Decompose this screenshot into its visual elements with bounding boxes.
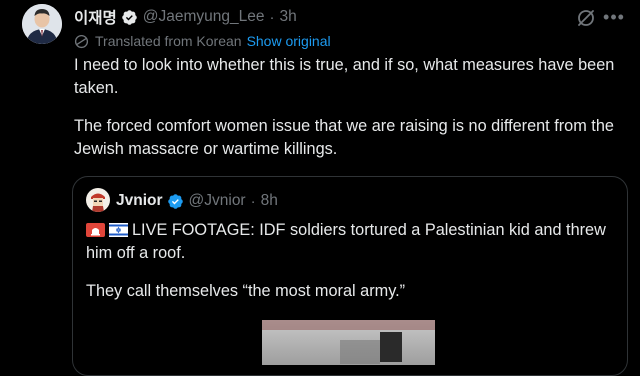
tweet-text: I need to look into whether this is true… bbox=[74, 54, 630, 176]
tweet-paragraph: I need to look into whether this is true… bbox=[74, 56, 615, 97]
quoted-headline-text: LIVE FOOTAGE: IDF soldiers tortured a Pa… bbox=[86, 221, 606, 262]
globe-icon bbox=[74, 34, 89, 48]
quoted-author-handle[interactable]: @Jvnior bbox=[189, 192, 246, 210]
quoted-timestamp[interactable]: 8h bbox=[261, 192, 278, 210]
verified-badge-icon bbox=[167, 193, 183, 209]
translation-notice: Translated from Korean Show original bbox=[74, 33, 331, 49]
verified-badge-icon bbox=[122, 9, 137, 25]
tweet-paragraph: The forced comfort women issue that we a… bbox=[74, 117, 614, 158]
translated-label: Translated from Korean bbox=[95, 33, 242, 49]
grok-icon[interactable] bbox=[576, 8, 596, 28]
author-name[interactable]: 이재명 bbox=[74, 6, 117, 28]
author-handle[interactable]: @Jaemyung_Lee bbox=[143, 8, 265, 26]
quoted-headline: LIVE FOOTAGE: IDF soldiers tortured a Pa… bbox=[86, 219, 616, 265]
israel-flag-icon bbox=[109, 223, 128, 237]
quoted-tweet-header: Jvnior @Jvnior · 8h bbox=[116, 192, 278, 210]
quoted-author-name[interactable]: Jvnior bbox=[116, 192, 163, 210]
siren-emoji-icon bbox=[86, 223, 105, 237]
separator-dot: · bbox=[269, 8, 275, 26]
tweet-header: 이재명 @Jaemyung_Lee · 3h bbox=[74, 7, 297, 27]
more-icon[interactable]: ••• bbox=[601, 6, 627, 28]
quoted-video-thumbnail[interactable] bbox=[262, 320, 435, 365]
quoted-author-avatar[interactable] bbox=[86, 188, 110, 212]
quoted-tweet-text: LIVE FOOTAGE: IDF soldiers tortured a Pa… bbox=[86, 219, 616, 318]
show-original-link[interactable]: Show original bbox=[247, 33, 331, 49]
timestamp[interactable]: 3h bbox=[280, 8, 297, 26]
quoted-paragraph: They call themselves “the most moral arm… bbox=[86, 282, 406, 300]
separator-dot: · bbox=[250, 192, 256, 210]
author-avatar[interactable] bbox=[22, 4, 62, 44]
